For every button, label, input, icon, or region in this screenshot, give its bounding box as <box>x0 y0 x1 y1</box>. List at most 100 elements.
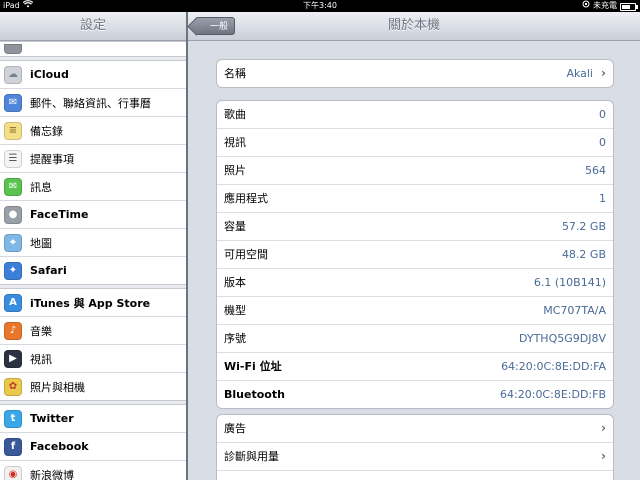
row-label: 廣告 <box>224 422 246 435</box>
detail-title: 關於本機 <box>387 18 440 33</box>
sidebar-navbar: 設定 <box>0 12 186 41</box>
sidebar-item-photos[interactable]: ✿ 照片與相機 <box>0 373 186 400</box>
row-label: 診斷與用量 <box>224 450 279 463</box>
sidebar-item-cloud[interactable]: ☁ iCloud <box>0 61 186 89</box>
row-value: 1 <box>599 192 606 205</box>
sidebar-item-messages[interactable]: ✉ 訊息 <box>0 173 186 201</box>
sidebar-item-label: Twitter <box>30 412 74 425</box>
row-label: 名稱 <box>224 67 246 80</box>
sidebar-item-label: 音樂 <box>30 324 52 338</box>
detail-group: 廣告 › 診斷與用量 › <box>216 414 614 480</box>
sidebar-item-notes[interactable]: ≡ 備忘錄 <box>0 117 186 145</box>
detail-row: 照片 564 <box>217 157 613 185</box>
settings-sidebar: 設定 ☁ iCloud ✉ 郵件、聯絡資訊、行事曆 ≡ 備忘錄 ☰ 提醒事項 ✉ 訊息 ● FaceT… <box>0 12 186 480</box>
row-value: 0 <box>599 136 606 149</box>
chevron-right-icon: › <box>601 449 606 463</box>
detail-row: 歌曲 0 <box>217 101 613 129</box>
row-label: Bluetooth <box>224 388 285 401</box>
sidebar-group: AiTunes 與 App Store ♪ 音樂 ▶ 視訊 ✿ 照片與相機 <box>0 288 186 401</box>
sidebar-item-label: 郵件、聯絡資訊、行事曆 <box>30 96 151 110</box>
compass-icon: ✦ <box>4 261 22 280</box>
chevron-right-icon: › <box>601 421 606 435</box>
sidebar-item-facetime[interactable]: ● FaceTime <box>0 201 186 229</box>
sidebar-item-label: iTunes 與 App Store <box>30 296 151 310</box>
cloud-icon: ☁ <box>4 65 22 84</box>
sidebar-item-label: 備忘錄 <box>30 124 63 138</box>
sidebar-item-label: iCloud <box>30 68 69 81</box>
detail-row: 序號 DYTHQ5G9DJ8V <box>217 325 613 353</box>
appstore-icon: A <box>4 293 22 312</box>
music-icon: ♪ <box>4 321 22 340</box>
sidebar-item-label: 提醒事項 <box>30 152 74 166</box>
row-label: 版本 <box>224 276 246 289</box>
sidebar-item-mail[interactable]: ✉ 郵件、聯絡資訊、行事曆 <box>0 89 186 117</box>
facebook-icon: f <box>4 437 22 456</box>
detail-row: Bluetooth 64:20:0C:8E:DD:FB <box>217 381 613 408</box>
detail-row[interactable]: 名稱 Akali › <box>217 60 613 87</box>
row-label: 序號 <box>224 332 246 345</box>
detail-row[interactable]: 診斷與用量 › <box>217 443 613 471</box>
maps-icon: ⌖ <box>4 233 22 252</box>
row-value: 48.2 GB <box>561 248 606 261</box>
sidebar-list: ☁ iCloud ✉ 郵件、聯絡資訊、行事曆 ≡ 備忘錄 ☰ 提醒事項 ✉ 訊息 ● FaceTime… <box>0 41 186 480</box>
detail-group: 名稱 Akali › <box>216 59 614 88</box>
sidebar-item-compass[interactable]: ✦ Safari <box>0 257 186 284</box>
row-label: 視訊 <box>224 136 246 149</box>
detail-row: 機型 MC707TA/A <box>217 297 613 325</box>
battery-icon <box>620 3 638 11</box>
row-value: 64:20:0C:8E:DD:FA <box>501 360 606 373</box>
sidebar-item-label: 地圖 <box>30 236 52 250</box>
sidebar-item-appstore[interactable]: AiTunes 與 App Store <box>0 289 186 317</box>
sidebar-group: t Twitter f Facebook ◉ 新浪微博 <box>0 404 186 480</box>
detail-row: 應用程式 1 <box>217 185 613 213</box>
sidebar-item-general[interactable] <box>0 42 186 56</box>
detail-row: 容量 57.2 GB <box>217 213 613 241</box>
detail-row: Wi-Fi 位址 64:20:0C:8E:DD:FA <box>217 353 613 381</box>
mail-icon: ✉ <box>4 93 22 112</box>
sidebar-item-reminders[interactable]: ☰ 提醒事項 <box>0 145 186 173</box>
ipad-screen: iPad 下午3:40 未充電 設定 ☁ iCloud ✉ 郵件、聯絡資訊、行事曆 ≡ 備… <box>0 0 640 480</box>
sidebar-item-twitter[interactable]: t Twitter <box>0 405 186 433</box>
row-label: 應用程式 <box>224 192 268 205</box>
lock-rotation-icon <box>582 0 590 12</box>
notes-icon: ≡ <box>4 121 22 140</box>
sidebar-group: ☁ iCloud ✉ 郵件、聯絡資訊、行事曆 ≡ 備忘錄 ☰ 提醒事項 ✉ 訊息 ● FaceTime… <box>0 60 186 285</box>
row-label: 歌曲 <box>224 108 246 121</box>
sidebar-item-label: 照片與相機 <box>30 380 85 394</box>
row-value: 64:20:0C:8E:DD:FB <box>500 388 606 401</box>
status-bar: iPad 下午3:40 未充電 <box>0 0 640 12</box>
sidebar-item-maps[interactable]: ⌖ 地圖 <box>0 229 186 257</box>
row-label: 可用空間 <box>224 248 268 261</box>
sidebar-item-label: 新浪微博 <box>30 468 74 480</box>
detail-row: 可用空間 48.2 GB <box>217 241 613 269</box>
facetime-icon: ● <box>4 205 22 224</box>
sidebar-item-facebook[interactable]: f Facebook <box>0 433 186 461</box>
sidebar-item-video[interactable]: ▶ 視訊 <box>0 345 186 373</box>
row-value: 564 <box>585 164 606 177</box>
sidebar-item-label: 視訊 <box>30 352 52 366</box>
general-icon <box>4 44 22 54</box>
video-icon: ▶ <box>4 349 22 368</box>
row-value: 57.2 GB <box>561 220 606 233</box>
sidebar-item-label: Facebook <box>30 440 89 453</box>
sidebar-item-label: 訊息 <box>30 180 52 194</box>
weibo-icon: ◉ <box>4 465 22 480</box>
detail-pane: 一般 關於本機 名稱 Akali › 歌曲 0 視訊 0 照片 564 應用程式 1 容量 57.2 G… <box>188 12 640 480</box>
detail-row: 版本 6.1 (10B141) <box>217 269 613 297</box>
messages-icon: ✉ <box>4 177 22 196</box>
sidebar-item-weibo[interactable]: ◉ 新浪微博 <box>0 461 186 480</box>
row-value: 6.1 (10B141) <box>533 276 606 289</box>
sidebar-item-music[interactable]: ♪ 音樂 <box>0 317 186 345</box>
row-label: Wi-Fi 位址 <box>224 360 282 373</box>
row-label: 照片 <box>224 164 246 177</box>
detail-row: 視訊 0 <box>217 129 613 157</box>
detail-navbar: 一般 關於本機 <box>188 12 640 41</box>
detail-row[interactable]: 廣告 › <box>217 415 613 443</box>
sidebar-item-label: Safari <box>30 264 67 277</box>
row-label: 容量 <box>224 220 246 233</box>
chevron-right-icon: › <box>601 66 606 80</box>
battery-level <box>622 5 631 9</box>
clock: 下午3:40 <box>303 1 337 10</box>
row-label: 機型 <box>224 304 246 317</box>
photos-icon: ✿ <box>4 377 22 396</box>
